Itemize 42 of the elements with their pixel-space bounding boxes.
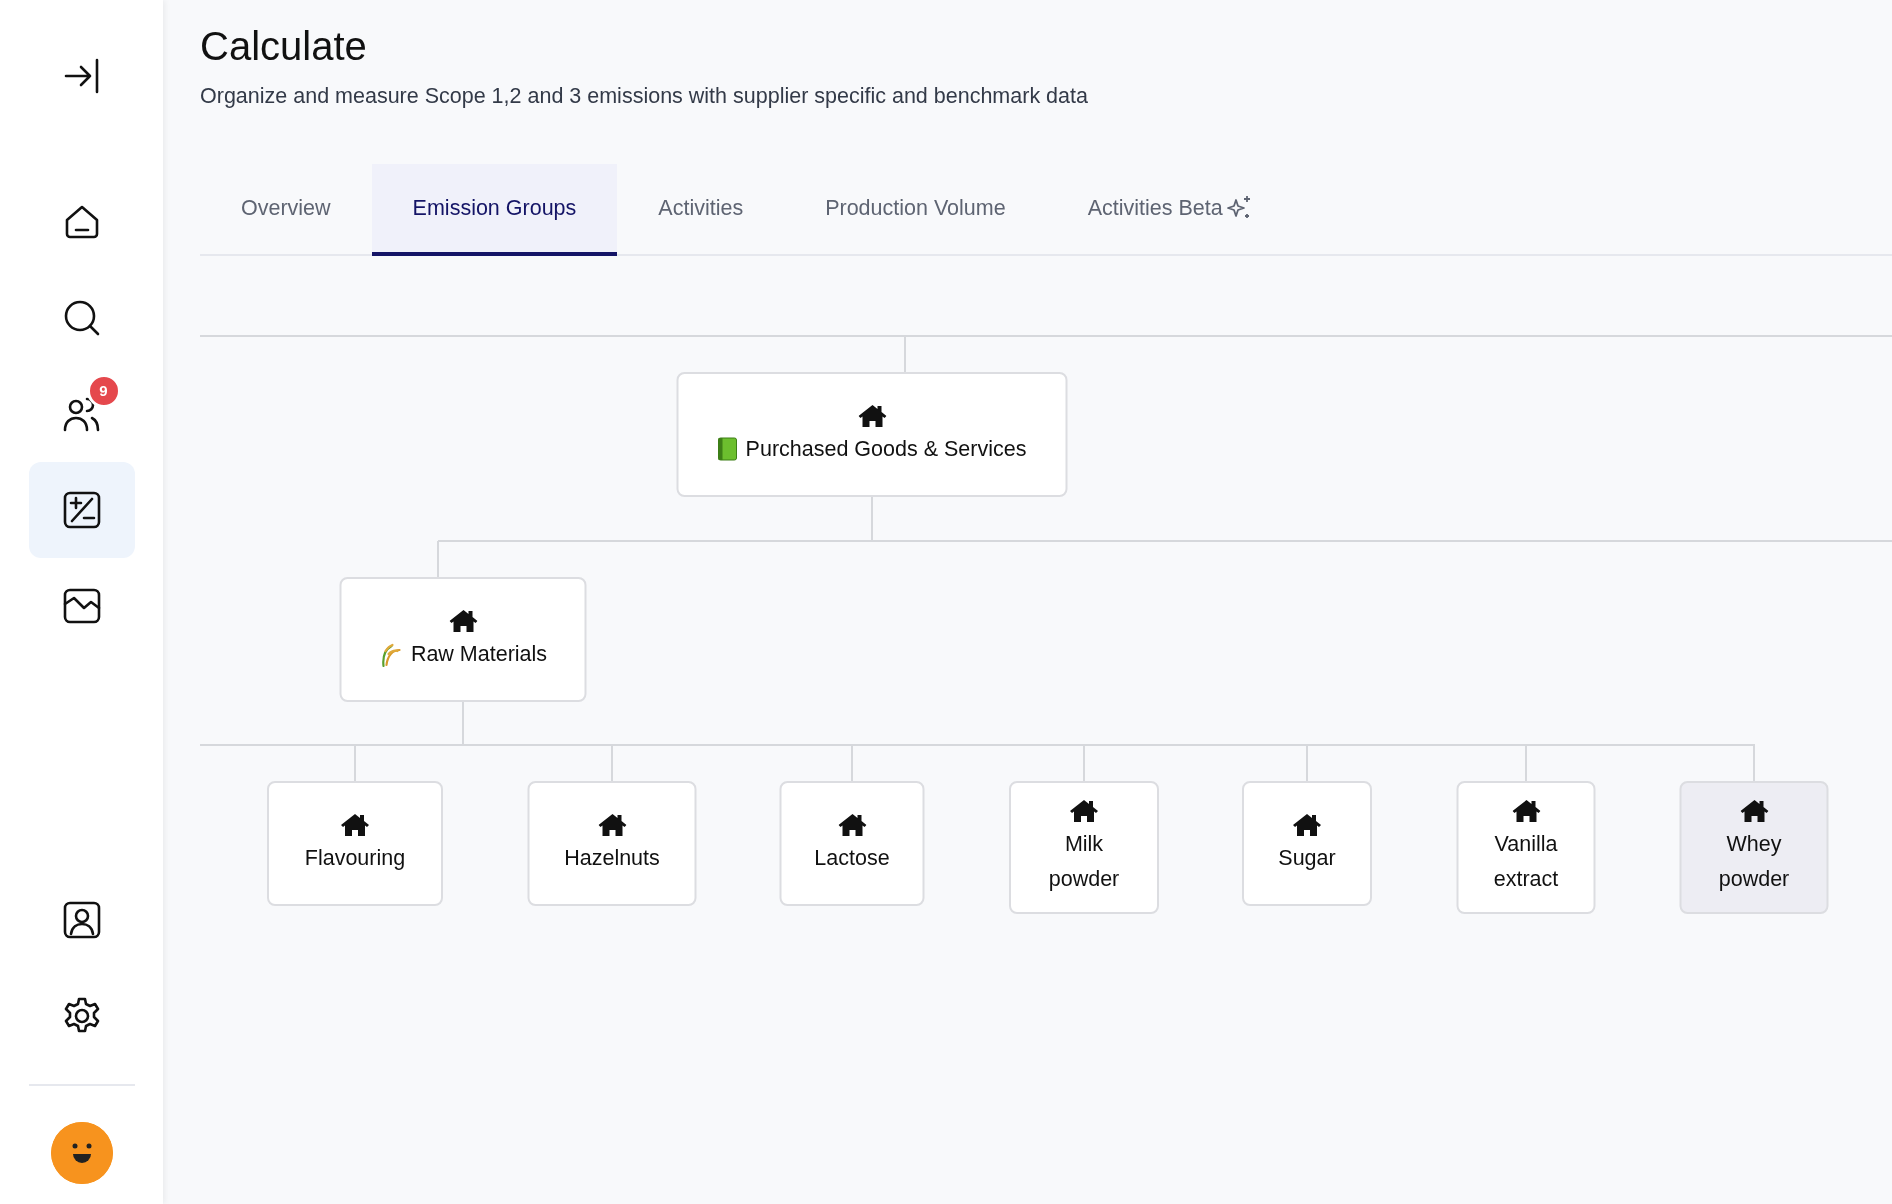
tab[interactable]: Overview: [200, 164, 372, 257]
notification-badge: 9: [86, 374, 121, 408]
house-icon: [341, 812, 369, 837]
book-icon: [717, 436, 738, 461]
tree-node[interactable]: Purchased Goods & Services: [676, 372, 1068, 498]
tree-node[interactable]: Hazelnuts: [527, 781, 697, 907]
tree-node[interactable]: Whey powder: [1679, 781, 1829, 915]
node-label: Whey powder: [1717, 831, 1791, 893]
house-icon: [1740, 799, 1768, 824]
node-label: Flavouring: [304, 844, 406, 872]
house-icon: [1070, 799, 1098, 824]
house-icon: [858, 403, 886, 428]
tab[interactable]: Production Volume: [784, 164, 1047, 257]
house-icon: [1512, 799, 1540, 824]
house-icon: [838, 812, 866, 837]
node-label: Milk powder: [1047, 831, 1121, 893]
node-label: Hazelnuts: [564, 844, 660, 872]
node-label: Vanilla extract: [1492, 831, 1560, 893]
tree-node[interactable]: Vanilla extract: [1456, 781, 1596, 915]
house-icon: [598, 812, 626, 837]
tab[interactable]: Activities: [617, 164, 785, 257]
tree-node[interactable]: Lactose: [779, 781, 925, 907]
tree-node[interactable]: Milk powder: [1009, 781, 1159, 915]
node-label: Raw Materials: [410, 640, 548, 668]
tree-node[interactable]: Flavouring: [267, 781, 443, 907]
picture-icon: [61, 586, 102, 626]
node-label: Purchased Goods & Services: [745, 435, 1027, 463]
nav-item[interactable]: 9: [28, 366, 135, 462]
house-icon: [449, 608, 477, 633]
tree-node[interactable]: Sugar: [1242, 781, 1372, 907]
page-subtitle: Organize and measure Scope 1,2 and 3 emissions with supplier specific and benchmark data: [200, 83, 1089, 110]
tab[interactable]: Activities Beta: [1046, 164, 1294, 257]
calculator-icon: [61, 490, 102, 530]
avatar-icon[interactable]: [50, 1122, 113, 1184]
nav-item[interactable]: [28, 462, 135, 558]
tab[interactable]: Emission Groups: [371, 164, 618, 257]
node-label: Lactose: [814, 844, 890, 872]
contact-icon: [61, 900, 102, 940]
page-title: Calculate: [200, 23, 368, 70]
house-icon: [1293, 812, 1321, 837]
tree-node[interactable]: Raw Materials: [339, 577, 587, 703]
node-label: Sugar: [1278, 844, 1336, 872]
